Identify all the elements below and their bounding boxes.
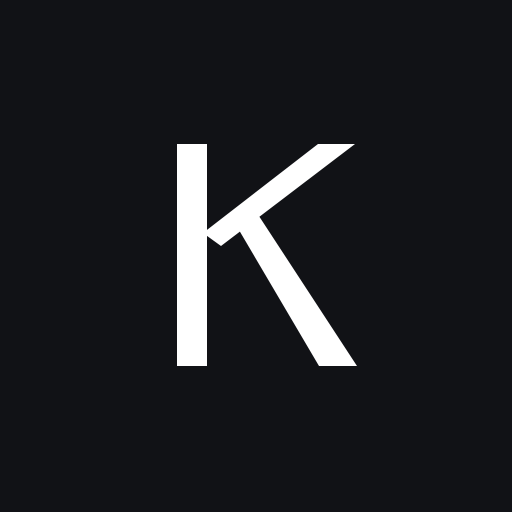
- app-icon-tile: K: [0, 0, 512, 512]
- letter-k-monogram-icon: K: [0, 0, 512, 512]
